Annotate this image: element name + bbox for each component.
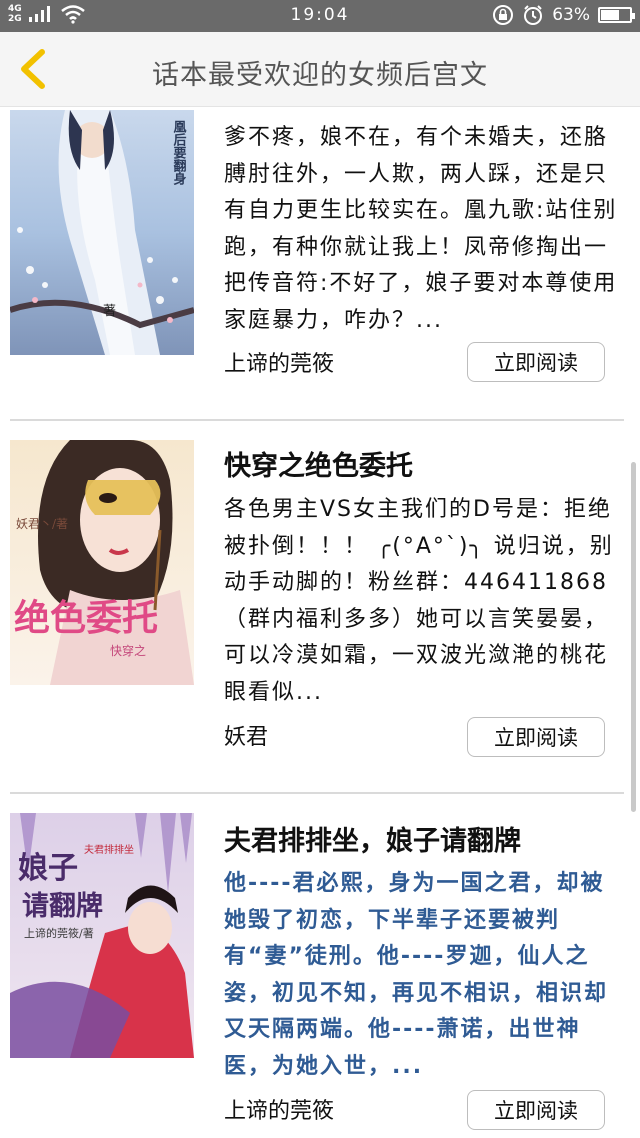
- divider: [10, 419, 624, 421]
- alarm-icon: [524, 5, 543, 25]
- book-cover[interactable]: 凰后要翻身 著: [10, 110, 194, 355]
- book-title[interactable]: 夫君排排坐，娘子请翻牌: [224, 819, 624, 858]
- book-description: 他----君必熙，身为一国之君，却被她毁了初恋，下半辈子还要被判有“妻”徒刑。他…: [224, 871, 609, 1079]
- cover-title: 凰后要翻身: [171, 120, 187, 186]
- cover-title-2: 请翻牌: [22, 891, 103, 922]
- lock-rotation-icon: [493, 5, 514, 25]
- app-header: 话本最受欢迎的女频后宫文: [0, 32, 640, 107]
- status-bar: 4G 2G 19:04 63%: [0, 0, 640, 32]
- cover-author: 上谛的莞筱/著: [24, 926, 94, 940]
- book-title[interactable]: 快穿之绝色委托: [224, 444, 624, 483]
- cover-author: 妖君丶/著: [16, 517, 68, 531]
- cover-title: 绝色委托: [14, 597, 158, 639]
- book-cover[interactable]: 娘子 请翻牌 夫君排排坐 上谛的莞筱/著: [10, 813, 194, 1058]
- book-list[interactable]: 凰后要翻身 著 爹不疼，娘不在，有个未婚夫，还胳膊肘往外，一人欺，两人踩，还是只…: [0, 107, 640, 1138]
- book-author: 妖君: [224, 725, 269, 750]
- page-title: 话本最受欢迎的女频后宫文: [152, 60, 488, 91]
- battery-level: [601, 10, 619, 20]
- book-cover[interactable]: 妖君丶/著 绝色委托 快穿之: [10, 440, 194, 685]
- status-right: 63%: [492, 4, 635, 26]
- cover-badge: 夫君排排坐: [84, 843, 134, 856]
- cover-author: 著: [103, 304, 116, 319]
- battery-percent: 63%: [552, 5, 590, 25]
- book-author: 上谛的莞筱: [224, 1099, 335, 1124]
- book-description: 各色男主VS女主我们的D号是：拒绝被扑倒！！！ ╭(°A°`)╮ 说归说，别动手…: [224, 497, 614, 705]
- cover-title-1: 娘子: [18, 851, 78, 886]
- divider: [10, 792, 624, 794]
- cover-subtitle: 快穿之: [110, 643, 146, 658]
- battery-icon: [598, 7, 635, 23]
- book-author: 上谛的莞筱: [224, 352, 335, 377]
- book-description: 爹不疼，娘不在，有个未婚夫，还胳膊肘往外，一人欺，两人踩，还是只有自力更生比较实…: [224, 125, 618, 333]
- read-now-button[interactable]: 立即阅读: [467, 1090, 605, 1130]
- read-now-button[interactable]: 立即阅读: [467, 342, 605, 382]
- read-now-button[interactable]: 立即阅读: [467, 717, 605, 757]
- scrollbar[interactable]: [631, 462, 636, 812]
